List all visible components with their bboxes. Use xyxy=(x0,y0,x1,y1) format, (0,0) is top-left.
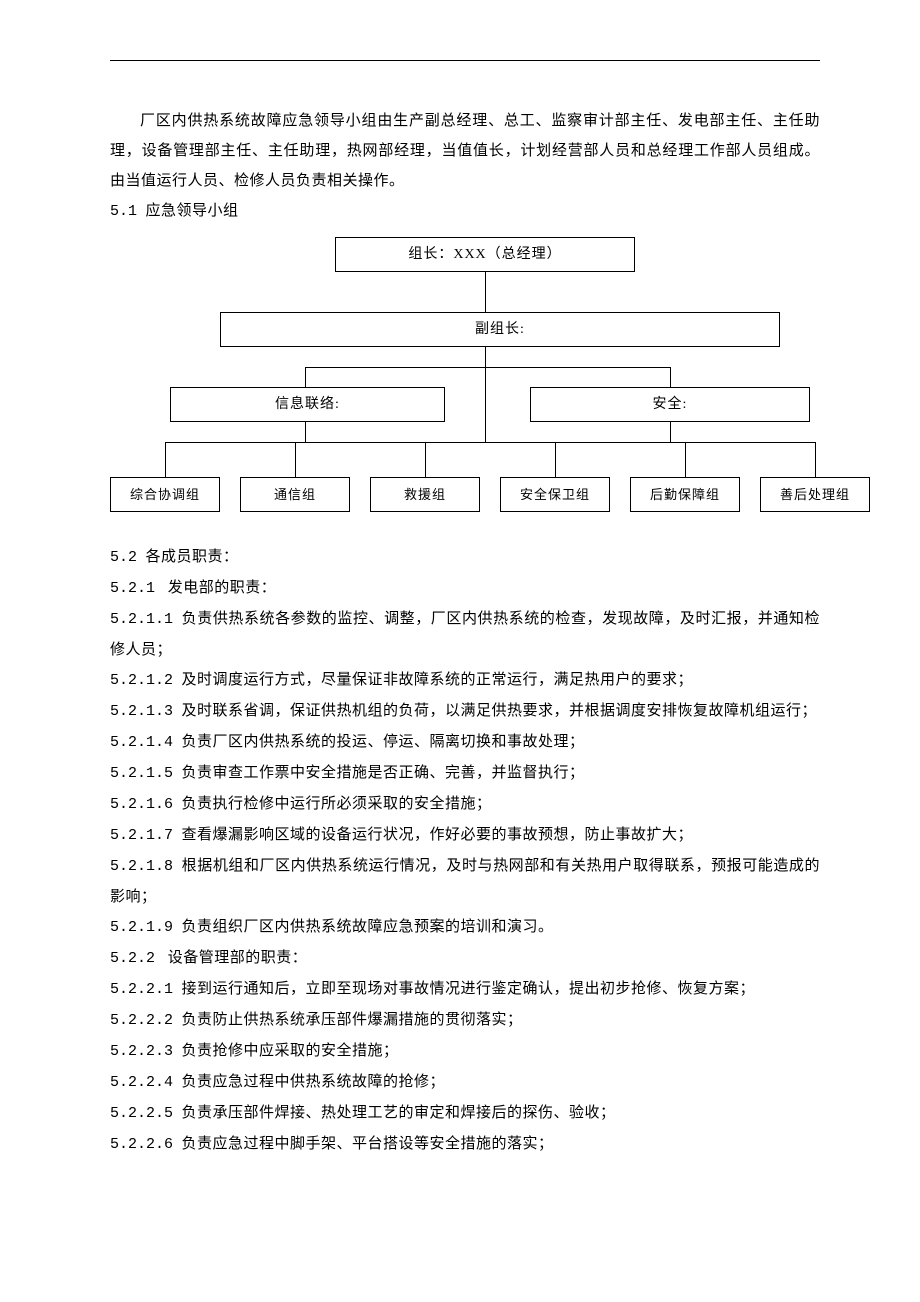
item-5-2-1-6: 5.2.1.6 负责执行检修中运行所必须采取的安全措施； xyxy=(110,789,820,820)
item-text: 及时调度运行方式，尽量保证非故障系统的正常运行，满足热用户的要求； xyxy=(182,672,694,688)
org-box-info: 信息联络: xyxy=(170,387,445,422)
item-text: 根据机组和厂区内供热系统运行情况，及时与热网部和有关热用户取得联系，预报可能造成… xyxy=(110,858,820,905)
section-5-2-title: 各成员职责： xyxy=(146,549,239,565)
item-number: 5.2.2.1 xyxy=(110,981,173,998)
connector-line xyxy=(815,442,816,477)
header-divider xyxy=(110,60,820,61)
item-number: 5.2.1.7 xyxy=(110,827,173,844)
connector-line xyxy=(305,367,670,368)
item-text: 负责组织厂区内供热系统故障应急预案的培训和演习。 xyxy=(182,919,554,935)
item-number: 5.2.1.9 xyxy=(110,919,173,936)
item-5-2-2-5: 5.2.2.5 负责承压部件焊接、热处理工艺的审定和焊接后的探伤、验收； xyxy=(110,1098,820,1129)
connector-line xyxy=(305,367,306,387)
connector-line xyxy=(670,422,671,442)
org-box-leaf-2: 通信组 xyxy=(240,477,350,512)
item-text: 负责厂区内供热系统的投运、停运、隔离切换和事故处理； xyxy=(182,734,585,750)
item-text: 负责供热系统各参数的监控、调整，厂区内供热系统的检查，发现故障，及时汇报，并通知… xyxy=(110,611,820,658)
item-5-2-2-2: 5.2.2.2 负责防止供热系统承压部件爆漏措施的贯彻落实； xyxy=(110,1005,820,1036)
item-5-2-1-8: 5.2.1.8 根据机组和厂区内供热系统运行情况，及时与热网部和有关热用户取得联… xyxy=(110,851,820,912)
intro-paragraph: 厂区内供热系统故障应急领导小组由生产副总经理、总工、监察审计部主任、发电部主任、… xyxy=(110,106,820,196)
item-text: 负责承压部件焊接、热处理工艺的审定和焊接后的探伤、验收； xyxy=(182,1105,616,1121)
item-text: 负责审查工作票中安全措施是否正确、完善，并监督执行； xyxy=(182,765,585,781)
item-5-2-1-3: 5.2.1.3 及时联系省调，保证供热机组的负荷，以满足供热要求，并根据调度安排… xyxy=(110,696,820,727)
org-chart: 组长：XXX（总经理） 副组长: 信息联络: 安全: 综合协调组 通信组 救援组… xyxy=(110,237,880,527)
org-box-leader: 组长：XXX（总经理） xyxy=(335,237,635,272)
connector-line xyxy=(165,442,815,443)
item-number: 5.2.2.6 xyxy=(110,1136,173,1153)
item-number: 5.2.1.5 xyxy=(110,765,173,782)
item-number: 5.2.2.5 xyxy=(110,1105,173,1122)
section-5-1-number: 5.1 xyxy=(110,203,137,220)
connector-line xyxy=(685,442,686,477)
section-5-1-title: 应急领导小组 xyxy=(146,203,239,219)
section-5-2-1-number: 5.2.1 xyxy=(110,580,155,597)
item-number: 5.2.1.6 xyxy=(110,796,173,813)
section-5-2-1-title: 发电部的职责： xyxy=(168,580,277,596)
connector-line xyxy=(485,272,486,312)
item-5-2-1-7: 5.2.1.7 查看爆漏影响区域的设备运行状况，作好必要的事故预想，防止事故扩大… xyxy=(110,820,820,851)
item-number: 5.2.2.4 xyxy=(110,1074,173,1091)
item-number: 5.2.1.8 xyxy=(110,858,173,875)
connector-line xyxy=(670,367,671,387)
item-text: 及时联系省调，保证供热机组的负荷，以满足供热要求，并根据调度安排恢复故障机组运行… xyxy=(182,703,818,719)
item-text: 负责抢修中应采取的安全措施； xyxy=(182,1043,399,1059)
item-number: 5.2.2.2 xyxy=(110,1012,173,1029)
item-number: 5.2.1.4 xyxy=(110,734,173,751)
item-5-2-1-5: 5.2.1.5 负责审查工作票中安全措施是否正确、完善，并监督执行； xyxy=(110,758,820,789)
section-5-2-2: 5.2.2 设备管理部的职责： xyxy=(110,943,820,974)
item-number: 5.2.2.3 xyxy=(110,1043,173,1060)
section-5-2-2-title: 设备管理部的职责： xyxy=(168,950,308,966)
section-5-1: 5.1 应急领导小组 xyxy=(110,196,820,227)
org-box-leaf-3: 救援组 xyxy=(370,477,480,512)
item-text: 负责防止供热系统承压部件爆漏措施的贯彻落实； xyxy=(182,1012,523,1028)
connector-line xyxy=(305,422,306,442)
org-box-leaf-5: 后勤保障组 xyxy=(630,477,740,512)
item-5-2-1-4: 5.2.1.4 负责厂区内供热系统的投运、停运、隔离切换和事故处理； xyxy=(110,727,820,758)
item-text: 接到运行通知后，立即至现场对事故情况进行鉴定确认，提出初步抢修、恢复方案； xyxy=(182,981,756,997)
org-box-leaf-4: 安全保卫组 xyxy=(500,477,610,512)
connector-line xyxy=(165,442,166,477)
connector-line xyxy=(425,442,426,477)
org-box-leaf-1: 综合协调组 xyxy=(110,477,220,512)
org-box-safety: 安全: xyxy=(530,387,810,422)
item-number: 5.2.1.2 xyxy=(110,672,173,689)
item-text: 负责应急过程中脚手架、平台搭设等安全措施的落实； xyxy=(182,1136,554,1152)
connector-line xyxy=(485,347,486,442)
item-text: 查看爆漏影响区域的设备运行状况，作好必要的事故预想，防止事故扩大； xyxy=(182,827,694,843)
item-5-2-2-1: 5.2.2.1 接到运行通知后，立即至现场对事故情况进行鉴定确认，提出初步抢修、… xyxy=(110,974,820,1005)
item-5-2-2-4: 5.2.2.4 负责应急过程中供热系统故障的抢修； xyxy=(110,1067,820,1098)
connector-line xyxy=(295,442,296,477)
connector-line xyxy=(555,442,556,477)
section-5-2-number: 5.2 xyxy=(110,549,137,566)
item-number: 5.2.1.1 xyxy=(110,611,173,628)
org-box-deputy: 副组长: xyxy=(220,312,780,347)
item-5-2-1-1: 5.2.1.1 负责供热系统各参数的监控、调整，厂区内供热系统的检查，发现故障，… xyxy=(110,604,820,665)
section-5-2: 5.2 各成员职责： xyxy=(110,542,820,573)
item-5-2-1-9: 5.2.1.9 负责组织厂区内供热系统故障应急预案的培训和演习。 xyxy=(110,912,820,943)
item-5-2-1-2: 5.2.1.2 及时调度运行方式，尽量保证非故障系统的正常运行，满足热用户的要求… xyxy=(110,665,820,696)
item-5-2-2-6: 5.2.2.6 负责应急过程中脚手架、平台搭设等安全措施的落实； xyxy=(110,1129,820,1160)
item-number: 5.2.1.3 xyxy=(110,703,173,720)
section-5-2-2-number: 5.2.2 xyxy=(110,950,155,967)
item-text: 负责应急过程中供热系统故障的抢修； xyxy=(182,1074,446,1090)
item-5-2-2-3: 5.2.2.3 负责抢修中应采取的安全措施； xyxy=(110,1036,820,1067)
org-box-leaf-6: 善后处理组 xyxy=(760,477,870,512)
item-text: 负责执行检修中运行所必须采取的安全措施； xyxy=(182,796,492,812)
section-5-2-1: 5.2.1 发电部的职责： xyxy=(110,573,820,604)
